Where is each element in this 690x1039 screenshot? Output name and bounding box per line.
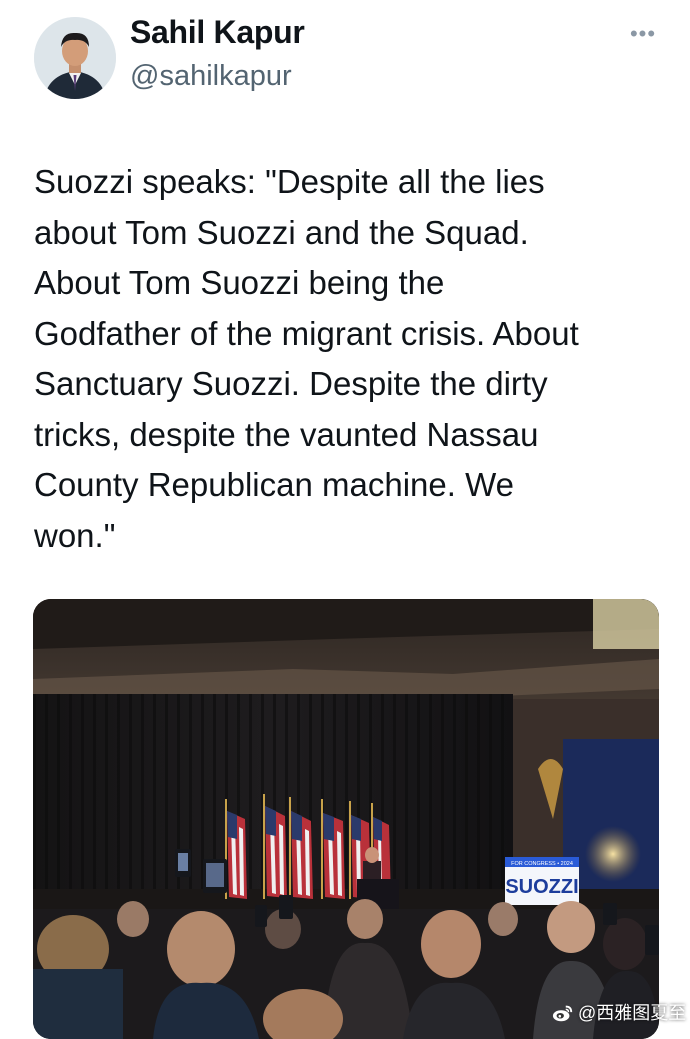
tweet-text: Suozzi speaks: "Despite all the lies abo… [34, 163, 579, 554]
avatar[interactable] [34, 17, 116, 99]
sign-subtext: FOR CONGRESS • 2024 [511, 861, 573, 867]
more-options-icon[interactable]: ••• [626, 20, 660, 48]
tweet-photo[interactable]: FOR CONGRESS • 2024 SUOZZI [33, 599, 659, 1039]
tweet-header: Sahil Kapur @sahilkapur ••• [0, 0, 690, 120]
weibo-logo-icon [552, 1005, 573, 1022]
author-name[interactable]: Sahil Kapur [130, 14, 305, 51]
author-handle[interactable]: @sahilkapur [130, 60, 292, 93]
watermark: @西雅图夏至 [552, 1000, 686, 1026]
watermark-text: @西雅图夏至 [578, 1003, 687, 1023]
sign-text: SUOZZI [505, 876, 578, 898]
